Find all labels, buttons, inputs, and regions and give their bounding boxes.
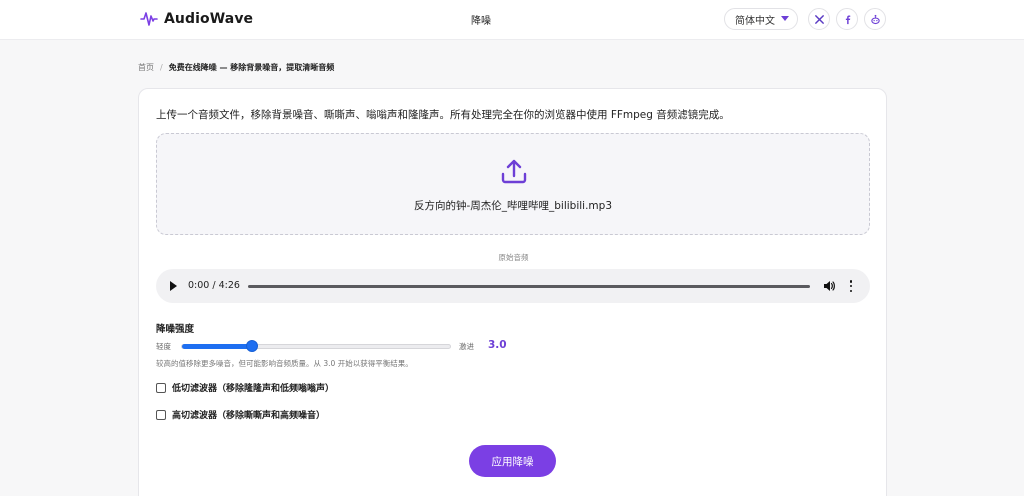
reddit-icon [870, 14, 880, 24]
breadcrumb-current: 免费在线降噪 — 移除背景噪音，提取清晰音频 [168, 63, 335, 72]
audio-player: 0:00 / 4:26 [156, 269, 870, 303]
slider-fill [182, 344, 252, 349]
selected-file-name: 反方向的钟-周杰伦_哔哩哔哩_bilibili.mp3 [413, 200, 613, 212]
facebook-share-button[interactable] [836, 8, 858, 30]
play-icon[interactable] [170, 281, 177, 291]
facebook-icon [845, 15, 850, 24]
slider-max-label: 激进 [459, 342, 474, 351]
upload-icon [501, 159, 527, 184]
strength-hint: 较高的值移除更多噪音，但可能影响音频质量。从 3.0 开始以获得平衡结果。 [156, 359, 413, 368]
x-icon [814, 14, 824, 24]
highcut-filter-option[interactable]: 高切滤波器（移除嘶嘶声和高频噪音） [156, 408, 325, 421]
x-share-button[interactable] [808, 8, 830, 30]
reddit-share-button[interactable] [864, 8, 886, 30]
language-value: 简体中文 [735, 15, 775, 27]
breadcrumb-separator: / [160, 63, 163, 72]
language-select[interactable]: 简体中文 [724, 8, 798, 30]
apply-denoise-button[interactable]: 应用降噪 [469, 445, 556, 477]
playback-time: 0:00 / 4:26 [188, 280, 240, 291]
denoise-card: 上传一个音频文件，移除背景噪音、嘶嘶声、嗡嗡声和隆隆声。所有处理完全在你的浏览器… [138, 88, 887, 496]
upload-dropzone[interactable]: 反方向的钟-周杰伦_哔哩哔哩_bilibili.mp3 [156, 133, 870, 235]
chevron-down-icon [781, 16, 789, 21]
playback-progress-bar[interactable] [248, 285, 810, 288]
highcut-label: 高切滤波器（移除嘶嘶声和高频噪音） [172, 411, 326, 421]
more-options-icon[interactable] [848, 279, 854, 293]
strength-slider[interactable] [181, 340, 451, 352]
breadcrumb-home[interactable]: 首页 [138, 62, 154, 73]
strength-title: 降噪强度 [156, 324, 195, 335]
breadcrumb: 首页 / 免费在线降噪 — 移除背景噪音，提取清晰音频 [138, 62, 334, 73]
volume-icon[interactable] [822, 279, 836, 293]
top-nav: AudioWave 降噪 简体中文 [0, 0, 1024, 40]
intro-text: 上传一个音频文件，移除背景噪音、嘶嘶声、嗡嗡声和隆隆声。所有处理完全在你的浏览器… [156, 109, 730, 121]
lowcut-label: 低切滤波器（移除隆隆声和低频嗡嗡声） [172, 384, 335, 394]
lowcut-checkbox[interactable] [156, 382, 166, 393]
slider-min-label: 轻度 [156, 342, 171, 351]
highcut-checkbox[interactable] [156, 409, 166, 420]
original-audio-label: 原始音频 [498, 253, 529, 262]
slider-thumb[interactable] [245, 340, 258, 352]
strength-value: 3.0 [488, 339, 507, 351]
lowcut-filter-option[interactable]: 低切滤波器（移除隆隆声和低频嗡嗡声） [156, 381, 334, 394]
